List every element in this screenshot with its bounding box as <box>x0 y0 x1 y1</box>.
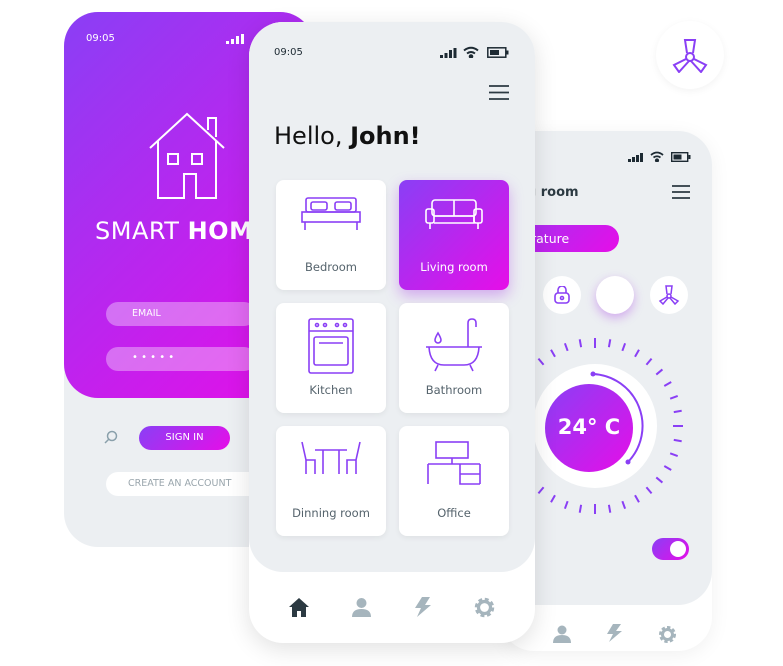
gear-icon[interactable] <box>658 625 677 644</box>
dial-tick <box>645 357 653 366</box>
dial-tick <box>634 349 640 358</box>
dial-tick <box>550 349 556 358</box>
sign-in-button[interactable]: SIGN IN <box>139 426 230 450</box>
menu-icon[interactable] <box>672 185 690 199</box>
user-icon[interactable] <box>553 625 571 643</box>
greeting: Hello, John! <box>274 122 421 150</box>
password-input[interactable]: • • • • • <box>106 347 256 371</box>
bathtub-icon <box>426 318 482 372</box>
fan-mode-button[interactable] <box>650 276 688 314</box>
app-title: SMART HOME <box>95 217 271 245</box>
oven-icon <box>308 318 354 374</box>
house-logo-icon <box>149 112 225 199</box>
dial-tick <box>655 476 664 484</box>
lock-icon <box>554 286 570 304</box>
search-icon[interactable] <box>104 430 118 444</box>
signal-icon <box>226 34 244 44</box>
room-tile-office[interactable]: Office <box>399 426 509 536</box>
thermometer-mode-button[interactable] <box>596 276 634 314</box>
home-icon[interactable] <box>289 598 309 617</box>
room-tile-living-room[interactable]: Living room <box>399 180 509 290</box>
user-icon[interactable] <box>352 598 371 617</box>
dial-tick <box>621 342 627 352</box>
dial-tick <box>669 394 679 400</box>
fan-icon <box>672 39 708 73</box>
dial-tick <box>563 500 569 510</box>
fan-button[interactable] <box>656 21 724 89</box>
dining-table-icon <box>301 441 361 474</box>
bolt-icon[interactable] <box>606 624 622 642</box>
room-tile-bedroom[interactable]: Bedroom <box>276 180 386 290</box>
room-tile-dinning-room[interactable]: Dinning room <box>276 426 386 536</box>
dial-tick <box>563 342 569 352</box>
thermometer-icon <box>587 35 603 76</box>
bolt-icon[interactable] <box>414 597 431 617</box>
dial-tick <box>607 339 612 348</box>
wifi-icon <box>463 46 479 58</box>
status-time: 09:05 <box>86 33 115 44</box>
dial-tick <box>634 494 640 503</box>
wifi-icon <box>650 151 664 162</box>
room-tile-kitchen[interactable]: Kitchen <box>276 303 386 413</box>
dial-tick <box>578 339 583 348</box>
signal-icon <box>440 48 457 58</box>
fan-icon <box>658 285 680 305</box>
temperature-readout: 24° C <box>557 415 621 439</box>
ac-toggle[interactable] <box>652 538 689 560</box>
status-time: 09:05 <box>274 47 303 58</box>
home-screen: 09:05 Hello, John! Bedroom Living room K… <box>249 22 535 572</box>
dial-tick <box>655 368 664 376</box>
bed-icon <box>301 197 361 230</box>
email-input[interactable]: EMAIL <box>106 302 256 326</box>
battery-icon <box>671 152 691 162</box>
battery-icon <box>487 47 509 58</box>
dial-tick <box>663 381 672 387</box>
dial-tick <box>663 465 672 471</box>
thermometer-icon <box>609 283 619 307</box>
thermometer-button[interactable] <box>561 21 629 89</box>
room-tile-bathroom[interactable]: Bathroom <box>399 303 509 413</box>
dial-tick <box>645 486 653 495</box>
desk-icon <box>427 441 481 485</box>
menu-icon[interactable] <box>489 85 509 100</box>
dial-tick <box>621 500 627 510</box>
sofa-icon <box>425 199 483 229</box>
dial-tick <box>578 504 583 513</box>
dial-tick <box>669 452 679 458</box>
dial-tick <box>550 494 556 503</box>
signal-icon <box>628 153 643 162</box>
dial-tick <box>673 409 682 414</box>
dial-tick <box>607 504 612 513</box>
lock-button[interactable] <box>543 276 581 314</box>
dial-tick <box>673 438 682 443</box>
dial-tick <box>537 357 545 366</box>
gear-icon[interactable] <box>474 597 495 618</box>
dial-tick <box>537 486 545 495</box>
